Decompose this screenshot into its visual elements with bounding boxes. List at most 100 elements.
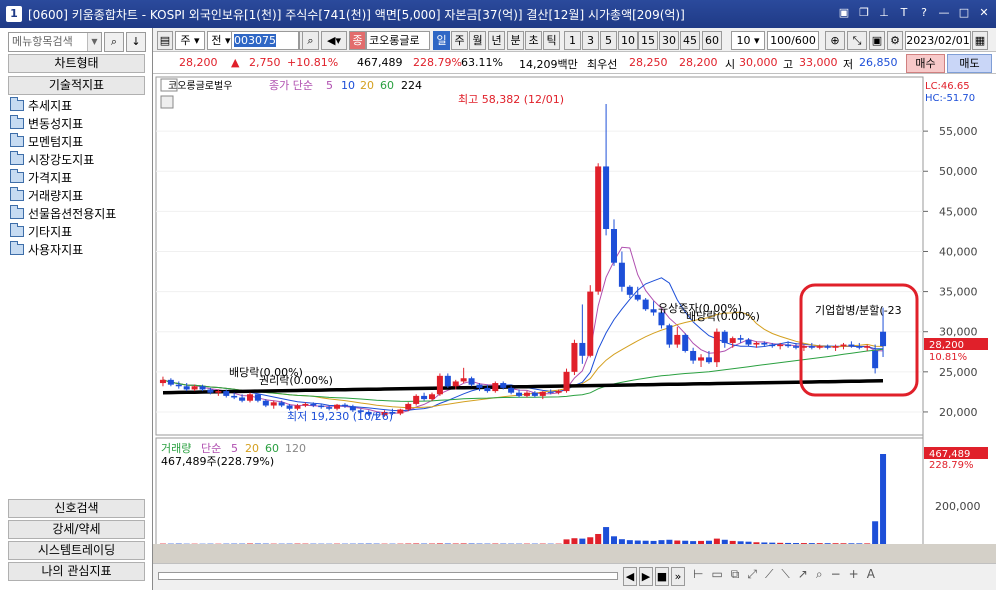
minimize-icon[interactable]: —	[936, 5, 952, 21]
volume-bar	[824, 543, 831, 544]
fast-forward-icon[interactable]: »	[671, 567, 685, 586]
tree-item[interactable]: 추세지표	[10, 96, 116, 114]
download-icon[interactable]: ↓	[126, 32, 146, 52]
play-back-icon[interactable]: ◀	[623, 567, 637, 586]
strength-header[interactable]: 강세/약세	[8, 520, 145, 539]
last-pct-tag: 10.81%	[929, 352, 967, 363]
tree-item[interactable]: 선물옵션전용지표	[10, 204, 116, 222]
calendar-icon[interactable]: ▦	[972, 31, 988, 50]
interval-button[interactable]: 5	[600, 31, 617, 50]
layout-icon[interactable]: ▤	[157, 31, 173, 50]
volume-bar	[713, 538, 720, 544]
line-icon[interactable]: ⟍	[781, 567, 789, 582]
volume-bar	[737, 541, 744, 544]
tree-item[interactable]: 모멘텀지표	[10, 132, 116, 150]
trend-icon[interactable]: ⟋	[765, 567, 773, 582]
period-button[interactable]: 일	[433, 31, 450, 50]
my-indicator-header[interactable]: 나의 관심지표	[8, 562, 145, 581]
interval-button[interactable]: 1	[564, 31, 581, 50]
restore-icon[interactable]: ▣	[836, 5, 852, 21]
chart-area[interactable]: 코오롱글로벌우 종가 단순 5 10 20 60 224 최고 58,382 (…	[153, 74, 996, 564]
system-trading-header[interactable]: 시스템트레이딩	[8, 541, 145, 560]
volume-ma-label: 단순	[201, 442, 221, 455]
maximize-icon[interactable]: □	[956, 5, 972, 21]
interval-button[interactable]: 3	[582, 31, 599, 50]
candle-body	[626, 286, 633, 295]
font-icon[interactable]: A	[867, 567, 875, 582]
period-button[interactable]: 년	[488, 31, 505, 50]
bar-icon[interactable]: ▭	[711, 567, 722, 582]
interval-button[interactable]: 60	[702, 31, 722, 50]
interval-button[interactable]: 15	[638, 31, 658, 50]
gear-icon[interactable]: ⚙	[887, 31, 903, 50]
candle-body	[824, 346, 831, 348]
resize-icon[interactable]: ⤢	[747, 567, 757, 582]
tree-item[interactable]: 변동성지표	[10, 114, 116, 132]
grid-toggle-icon[interactable]	[160, 95, 174, 109]
zoom-out-icon[interactable]: −	[831, 567, 841, 582]
interval-button[interactable]: 10	[618, 31, 638, 50]
period-button[interactable]: 틱	[543, 31, 560, 50]
tree-item[interactable]: 시장강도지표	[10, 150, 116, 168]
period-button[interactable]: 분	[507, 31, 524, 50]
period-button[interactable]: 초	[525, 31, 542, 50]
tree-item[interactable]: 사용자지표	[10, 240, 116, 258]
play-forward-icon[interactable]: ▶	[639, 567, 653, 586]
help-icon[interactable]: ?	[916, 5, 932, 21]
chart-type-header[interactable]: 차트형태	[8, 54, 145, 73]
candle-body	[215, 391, 222, 393]
new-window-icon[interactable]: ❐	[856, 5, 872, 21]
count-input[interactable]: 100/600	[767, 31, 819, 50]
tech-indicator-header[interactable]: 기술적지표	[8, 76, 145, 95]
tree-item[interactable]: 거래량지표	[10, 186, 116, 204]
search-icon[interactable]: ⌕	[104, 32, 124, 52]
speaker-icon[interactable]: ◀▾	[321, 31, 347, 50]
sell-button[interactable]: 매도	[947, 54, 992, 73]
price-chart[interactable]: 코오롱글로벌우 종가 단순 5 10 20 60 224 최고 58,382 (…	[153, 74, 996, 564]
scroll-icon[interactable]: ⊢	[693, 567, 703, 582]
magnifier-icon[interactable]: ⌕	[302, 31, 319, 50]
open-label: 시	[725, 58, 736, 71]
folder-icon	[10, 204, 24, 219]
interval-button[interactable]: 30	[659, 31, 679, 50]
candle-body	[856, 346, 863, 348]
interval-input[interactable]: 10 ▾	[731, 31, 765, 50]
copy-icon[interactable]: ⧉	[731, 567, 740, 582]
period-button[interactable]: 월	[469, 31, 486, 50]
tree-item[interactable]: 기타지표	[10, 222, 116, 240]
stop-icon[interactable]: ■	[655, 567, 669, 586]
text-icon[interactable]: T	[896, 5, 912, 21]
stock-name-badge: 종	[349, 31, 366, 50]
interval-button[interactable]: 45	[680, 31, 700, 50]
candle-body	[246, 394, 254, 401]
date-input[interactable]: 2023/02/01	[905, 31, 971, 50]
zoom-in-icon[interactable]: +	[849, 567, 859, 582]
scroll-track[interactable]	[158, 572, 618, 580]
rights1-annotation: 권리락(0.00%)	[259, 374, 333, 387]
stock-code-input[interactable]: 003075	[231, 31, 299, 50]
buy-button[interactable]: 매수	[906, 54, 945, 73]
save-icon[interactable]: ▣	[869, 31, 885, 50]
candle-body	[634, 294, 641, 300]
menu-search-input[interactable]: 메뉴항목검색 ▼	[8, 32, 102, 52]
zoom-icon[interactable]: ⌕	[816, 567, 823, 582]
chevron-down-icon[interactable]: ▼	[87, 33, 101, 51]
close-icon[interactable]: ✕	[976, 5, 992, 21]
candle-body	[737, 338, 744, 340]
pin-icon[interactable]: ⊥	[876, 5, 892, 21]
tree-item-label: 변동성지표	[28, 116, 84, 131]
candle-body	[254, 394, 261, 401]
period-button[interactable]: 주	[451, 31, 468, 50]
candle-body	[595, 166, 602, 292]
price-axis-label: 20,000	[939, 406, 978, 419]
candle-body	[713, 331, 720, 363]
signal-search-header[interactable]: 신호검색	[8, 499, 145, 518]
draw-icon[interactable]: ⤡	[847, 31, 867, 50]
folder-icon	[10, 240, 24, 255]
type-select[interactable]: 주 ▾	[175, 31, 205, 50]
volume-bar	[777, 542, 784, 544]
volume-pct-tag: 228.79%	[929, 460, 974, 471]
crosshair-icon[interactable]: ⊕	[825, 31, 845, 50]
pointer-icon[interactable]: ↗	[798, 567, 808, 582]
tree-item[interactable]: 가격지표	[10, 168, 116, 186]
